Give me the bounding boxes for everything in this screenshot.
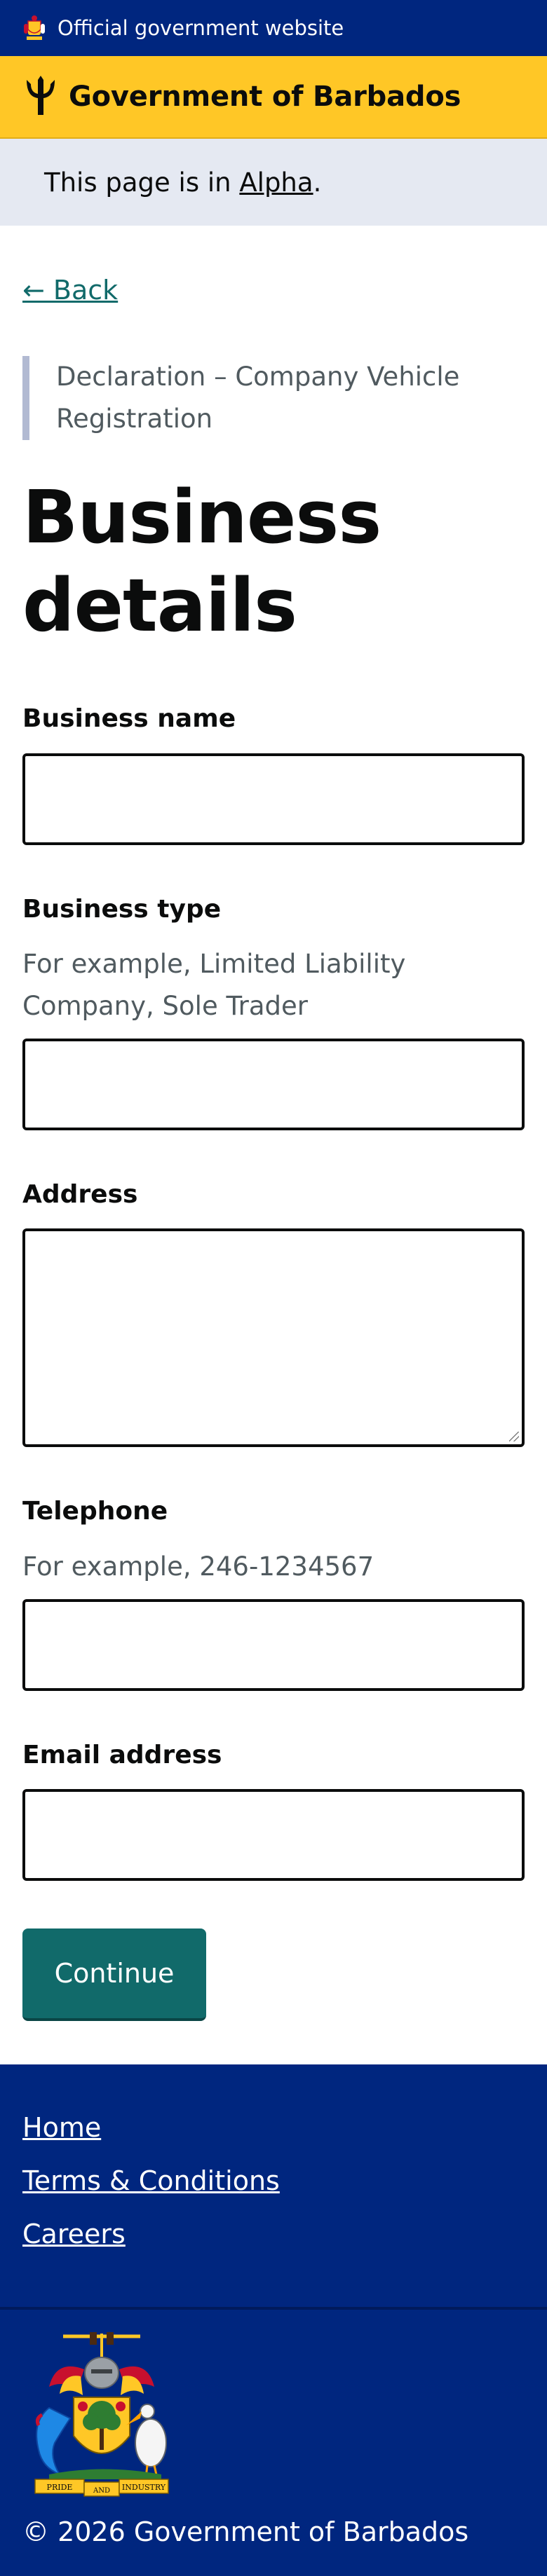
business-name-label: Business name — [22, 704, 236, 733]
address-textarea[interactable] — [22, 1228, 525, 1447]
brand-header[interactable]: Government of Barbados — [0, 56, 547, 139]
business-type-hint: For example, Limited Liability Company, … — [22, 949, 406, 1021]
business-type-label: Business type — [22, 895, 222, 924]
official-banner: Official government website — [0, 0, 547, 56]
email-input[interactable] — [22, 1789, 525, 1881]
brand-title: Government of Barbados — [69, 81, 461, 113]
phase-banner: This page is in Alpha . — [0, 139, 547, 226]
svg-text:AND: AND — [93, 2487, 110, 2495]
svg-text:PRIDE: PRIDE — [47, 2483, 73, 2492]
back-link[interactable]: ← Back — [22, 275, 118, 306]
business-type-input[interactable] — [22, 1039, 525, 1130]
phase-alpha-link[interactable]: Alpha — [239, 167, 313, 198]
barbados-coat-of-arms-icon: PRIDE AND INDUSTRY — [34, 2332, 169, 2497]
footer-link-home[interactable]: Home — [22, 2112, 101, 2143]
email-label: Email address — [22, 1741, 222, 1769]
coat-of-arms-icon — [24, 15, 45, 40]
official-banner-text: Official government website — [58, 16, 344, 40]
phase-banner-suffix: . — [313, 167, 322, 198]
trident-icon — [27, 76, 55, 115]
business-name-input[interactable] — [22, 753, 525, 845]
footer-link-careers[interactable]: Careers — [22, 2219, 126, 2249]
telephone-input[interactable] — [22, 1599, 525, 1691]
telephone-label: Telephone — [22, 1497, 168, 1526]
footer: Home Terms & Conditions Careers PRIDE AN… — [0, 2064, 547, 2576]
phase-banner-prefix: This page is in — [44, 167, 240, 198]
page-title: Business details — [22, 474, 381, 648]
svg-text:INDUSTRY: INDUSTRY — [122, 2483, 166, 2492]
telephone-hint: For example, 246-1234567 — [22, 1551, 374, 1582]
footer-link-terms[interactable]: Terms & Conditions — [22, 2165, 280, 2196]
continue-button[interactable]: Continue — [22, 1928, 206, 2021]
form-caption: Declaration – Company Vehicle Registrati… — [22, 356, 513, 440]
address-label: Address — [22, 1180, 138, 1209]
footer-copyright: © 2026 Government of Barbados — [22, 2516, 469, 2547]
footer-divider — [0, 2307, 547, 2310]
